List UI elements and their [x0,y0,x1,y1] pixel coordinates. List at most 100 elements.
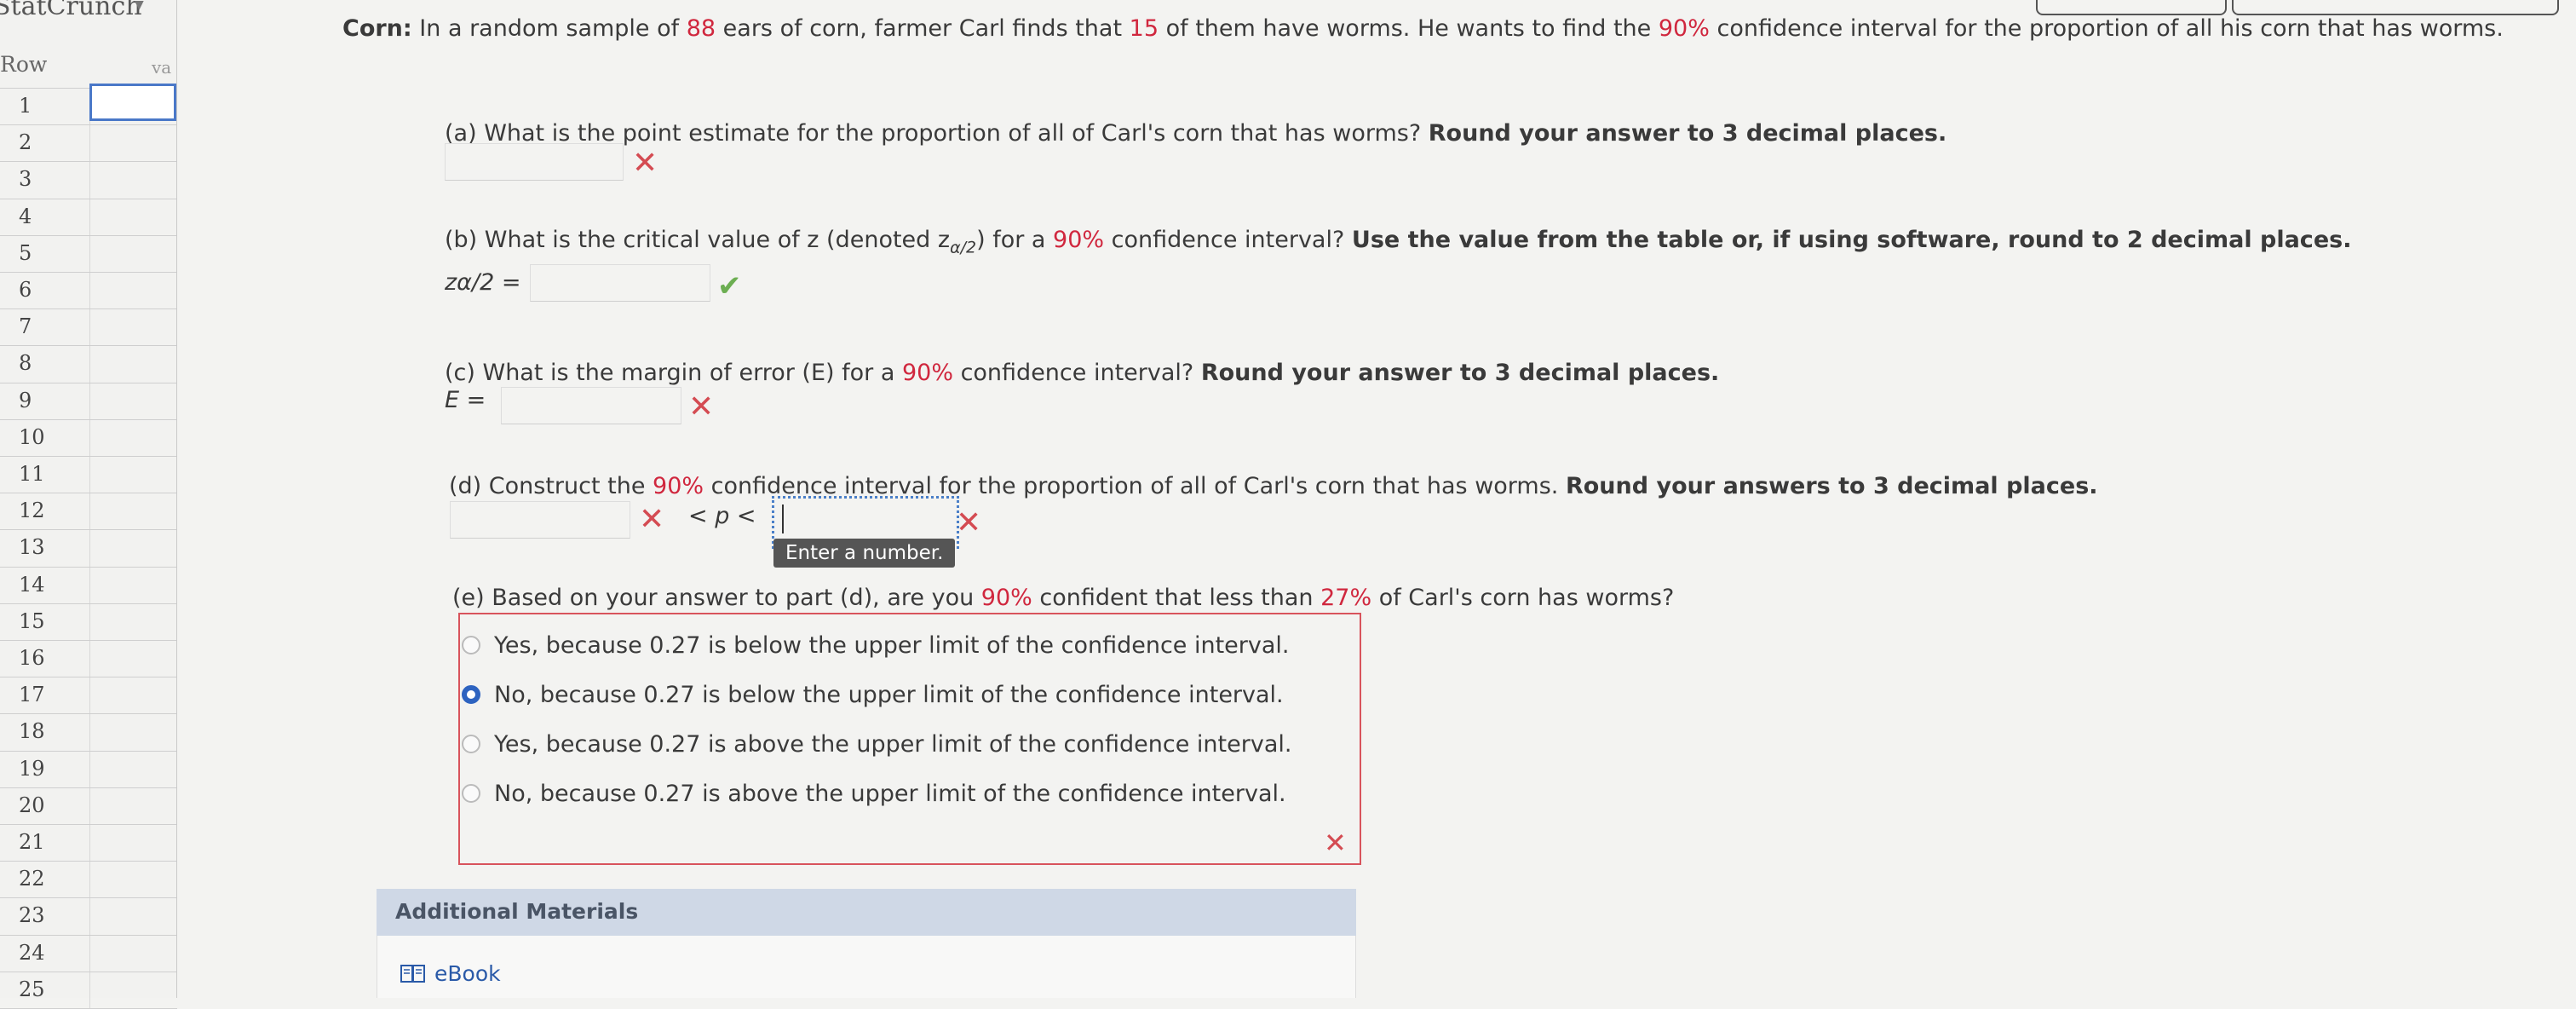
choice-option[interactable]: Yes, because 0.27 is below the upper lim… [462,628,1290,662]
part-e-percent: 27% [1320,585,1372,611]
x-icon: ✕ [1324,827,1347,859]
x-icon: ✕ [956,505,982,540]
grid-header: Row va [0,47,177,89]
choice-label: Yes, because 0.27 is above the upper lim… [494,730,1292,758]
sample-size: 88 [686,15,716,42]
part-d-prompt: (d) Construct the 90% confidence interva… [449,473,2098,499]
part-b-text: ) for a [976,227,1054,253]
part-d-confidence: 90% [653,473,704,499]
part-b-confidence: 90% [1053,227,1105,253]
radio-button[interactable] [462,735,480,753]
radio-button[interactable] [462,636,480,654]
row-number[interactable]: 15 [0,603,89,640]
point-estimate-input[interactable] [445,143,624,181]
row-number[interactable]: 14 [0,567,89,603]
row-number[interactable]: 4 [0,199,89,235]
worm-count: 15 [1129,15,1159,42]
row-number[interactable]: 17 [0,677,89,713]
row-number[interactable]: 8 [0,345,89,382]
part-a-prompt: (a) What is the point estimate for the p… [445,120,1946,147]
part-e-prompt: (e) Based on your answer to part (d), ar… [452,585,1674,611]
choice-label: Yes, because 0.27 is below the upper lim… [494,631,1290,659]
row-number[interactable]: 22 [0,861,89,897]
row-number[interactable]: 21 [0,824,89,861]
part-e-text: (e) Based on your answer to part (d), ar… [452,585,981,611]
row-number[interactable]: 18 [0,713,89,750]
part-d-instruction: Round your answers to 3 decimal places. [1565,473,2098,499]
check-icon: ✔ [717,269,742,303]
part-c-confidence: 90% [901,360,953,386]
question-segment: confidence interval for the proportion o… [1709,15,2504,42]
part-b-prompt: (b) What is the critical value of z (den… [445,227,2351,257]
row-number[interactable]: 24 [0,935,89,972]
column-divider [89,88,90,1008]
ebook-label: eBook [434,961,501,986]
part-b-subscript: α/2 [950,238,977,257]
row-number[interactable]: 7 [0,308,89,345]
part-b-text: (b) What is the critical value of z (den… [445,227,951,253]
part-a-instruction: Round your answer to 3 decimal places. [1428,120,1947,147]
choice-option[interactable]: No, because 0.27 is below the upper limi… [462,677,1284,712]
part-e-text: confident that less than [1032,585,1321,611]
additional-materials-body [377,936,1356,998]
statcrunch-panel: StatCrunch ▼ Row va 1 2 3 4 5 6 7 8 9 10 11 12 13 14 1… [0,0,177,1009]
row-number[interactable]: 6 [0,272,89,308]
selected-cell[interactable] [89,84,176,121]
row-number[interactable]: 20 [0,787,89,824]
text-cursor [782,504,784,533]
question-segment: ears of corn, farmer Carl finds that [716,15,1130,42]
ebook-link[interactable]: eBook [400,961,501,986]
part-c-prompt: (c) What is the margin of error (E) for … [445,360,1719,386]
row-number[interactable]: 9 [0,383,89,419]
choice-label: No, because 0.27 is below the upper limi… [494,681,1284,708]
margin-error-input[interactable] [501,387,681,424]
row-number[interactable]: 5 [0,235,89,272]
z-critical-label: zα/2 = [445,269,521,296]
part-b-text: confidence interval? [1104,227,1352,253]
row-number[interactable]: 16 [0,640,89,677]
row-number[interactable]: 23 [0,897,89,934]
row-number[interactable]: 12 [0,493,89,529]
part-b-instruction: Use the value from the table or, if usin… [1351,227,2352,253]
margin-error-label: E = [445,387,486,413]
part-c-text: confidence interval? [952,360,1201,386]
confidence-level: 90% [1658,15,1710,42]
ci-lower-input[interactable] [450,501,630,539]
row-number[interactable]: 2 [0,124,89,161]
row-number[interactable]: 19 [0,751,89,787]
question-label: Corn: [342,15,412,42]
z-critical-input[interactable] [530,264,710,302]
x-icon: ✕ [632,146,658,181]
x-icon: ✕ [639,502,665,537]
radio-button[interactable] [462,784,480,803]
row-number[interactable]: 11 [0,456,89,493]
input-tooltip: Enter a number. [773,539,956,568]
x-icon: ✕ [688,389,715,424]
row-number[interactable]: 1 [0,88,89,124]
row-number[interactable]: 13 [0,529,89,566]
choice-label: No, because 0.27 is above the upper limi… [494,780,1286,807]
choice-option[interactable]: Yes, because 0.27 is above the upper lim… [462,727,1291,761]
question-segment: In a random sample of [411,15,687,42]
additional-materials-header[interactable]: Additional Materials [377,889,1356,936]
statcrunch-title[interactable]: StatCrunch [0,0,142,21]
row-number[interactable]: 25 [0,972,89,1008]
part-e-text: of Carl's corn has worms? [1371,585,1675,611]
row-number[interactable]: 10 [0,419,89,456]
additional-materials-title: Additional Materials [395,899,639,924]
part-e-confidence: 90% [980,585,1032,611]
question-segment: of them have worms. He wants to find the [1159,15,1659,42]
part-c-instruction: Round your answer to 3 decimal places. [1200,360,1720,386]
ci-inequality-label: < p < [688,503,756,529]
choice-option[interactable]: No, because 0.27 is above the upper limi… [462,776,1286,810]
question-text: Corn: In a random sample of 88 ears of c… [342,14,2540,44]
chevron-down-icon[interactable]: ▼ [135,0,144,12]
radio-button-selected[interactable] [462,685,480,704]
row-header: Row [0,52,48,77]
book-icon [400,964,425,983]
row-number[interactable]: 3 [0,161,89,198]
var-header[interactable]: va [152,57,171,78]
answer-choices: Yes, because 0.27 is below the upper lim… [458,613,1361,865]
panel-divider [176,0,177,998]
part-d-text: (d) Construct the [449,473,653,499]
